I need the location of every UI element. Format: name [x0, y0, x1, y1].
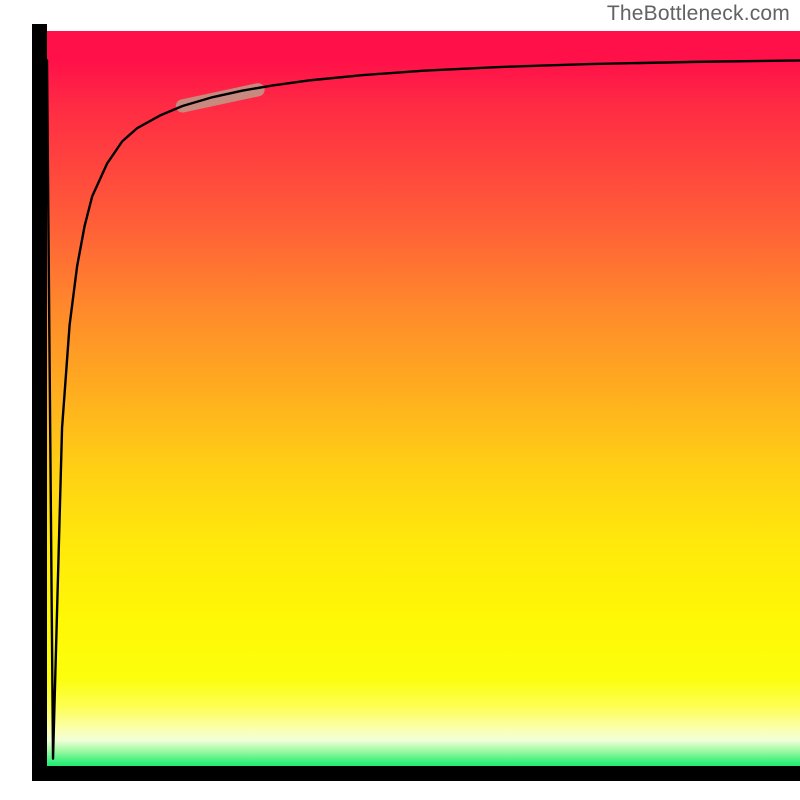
attribution-label: TheBottleneck.com	[607, 2, 790, 26]
x-axis	[32, 766, 800, 781]
chart-wrapper: TheBottleneck.com	[0, 0, 800, 800]
plot-gradient-background	[47, 31, 800, 766]
y-axis	[32, 24, 47, 773]
